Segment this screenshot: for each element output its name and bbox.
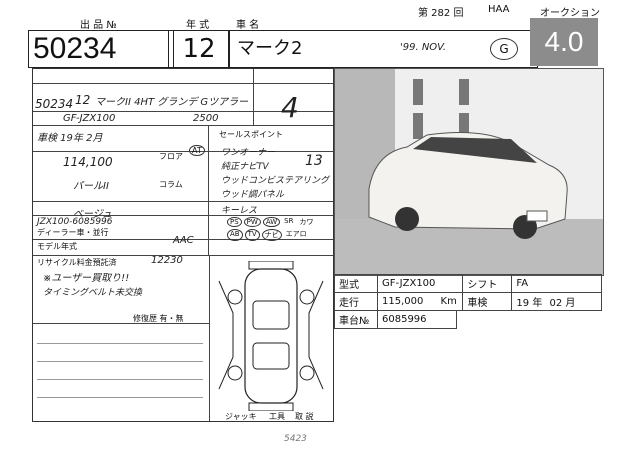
option-pw: PW xyxy=(243,217,261,227)
manual-label: 取 説 xyxy=(295,412,314,421)
option-ab: AB xyxy=(227,229,243,241)
inspection-month-unit: 月 xyxy=(565,298,576,309)
equip-3: ウッドコンビステアリング xyxy=(221,176,330,186)
inspection-year: 19 xyxy=(516,298,530,309)
equip-1: ワンオーナー xyxy=(221,148,276,158)
dealer-label: ディーラー車・並行 xyxy=(37,228,109,237)
mileage-value: 115,000 xyxy=(382,296,424,307)
mileage-label: 走行 xyxy=(334,292,378,311)
sheet-score: 4 xyxy=(281,91,299,124)
circle-g-text: G xyxy=(499,42,509,56)
at-label: AT xyxy=(189,145,205,156)
tools-label: 工具 xyxy=(269,412,285,421)
sheet-model: マークII 4HT グランデ Gツアラー xyxy=(95,97,249,108)
model-year-label: モデル年式 xyxy=(37,242,77,251)
option-leather: カワ xyxy=(299,218,314,226)
shift-label: シフト xyxy=(462,274,513,293)
option-tv: TV xyxy=(244,229,260,241)
inspection-month: 02 xyxy=(549,298,563,309)
auction-sheet: 50234 12 マークII 4HT グランデ Gツアラー GF-JZX100 … xyxy=(32,68,334,422)
notes-line-1: ※ユーザー買取り!! xyxy=(43,273,130,284)
sheet-displacement: 2500 xyxy=(193,113,219,124)
frame-value: 6085996 xyxy=(377,310,457,329)
option-ps: PS xyxy=(227,217,242,227)
type-value: GF-JZX100 xyxy=(376,274,464,293)
date-note: '99. NOV. xyxy=(400,42,447,53)
car-photo-illustration xyxy=(335,69,603,275)
right-nums: 13 xyxy=(305,153,323,169)
model-label: 車 名 xyxy=(236,20,260,31)
sheet-lot-number: 50234 xyxy=(35,97,74,111)
recycle-label: リサイクル料金預託済 xyxy=(37,258,117,267)
type-label: 型式 xyxy=(334,274,378,293)
bottom-note: 5423 xyxy=(284,434,307,444)
inspection-year-unit: 年 xyxy=(532,298,543,309)
inspection-cell: 19 年 02 月 xyxy=(511,292,602,311)
car-diagram xyxy=(218,261,324,411)
equip-4: ウッド調パネル xyxy=(221,190,285,200)
car-photo xyxy=(334,68,604,276)
sheet-color: パールII xyxy=(73,181,109,192)
column-label: コラム xyxy=(159,180,183,189)
option-grid: PS PW AW SR カワ AB TV ナビ エアロ xyxy=(227,217,333,241)
grade-score: 4.0 xyxy=(530,18,598,66)
mileage-unit: Km xyxy=(440,296,457,307)
vehicle-info-table: 型式 GF-JZX100 シフト FA 走行 115,000 Km 車検 19 … xyxy=(334,274,602,329)
repair-label: 修復歴 有・無 xyxy=(133,314,184,323)
lot-label: 出 品 № xyxy=(80,20,117,31)
option-aero: エアロ xyxy=(285,230,307,238)
equip-5: キーレス xyxy=(221,206,258,216)
circle-g-mark: G xyxy=(490,38,518,60)
option-sr: SR xyxy=(284,217,294,225)
model-year: 12 xyxy=(168,30,230,68)
ac-note: AAC xyxy=(173,235,194,246)
session-label: 第 282 回 xyxy=(418,8,464,19)
blank-cell xyxy=(457,311,602,329)
option-aw: AW xyxy=(262,217,281,227)
lot-number: 50234 xyxy=(28,30,174,68)
inspection-label: 車検 xyxy=(462,292,513,311)
frame-label: 車台№ xyxy=(334,310,378,329)
option-navi: ナビ xyxy=(261,229,282,241)
sales-point-label: セールスポイント xyxy=(219,130,283,139)
sheet-year: 12 xyxy=(75,93,91,107)
house-label: HAA xyxy=(488,4,510,15)
recycle-amount: 12230 xyxy=(151,255,183,266)
auction-label: オークション xyxy=(540,8,600,19)
year-label: 年 式 xyxy=(186,20,210,31)
shift-value: FA xyxy=(511,274,602,293)
floor-label: フロア xyxy=(159,152,183,161)
sheet-serial: JZX100-6085996 xyxy=(37,217,113,227)
jack-label: ジャッキ xyxy=(225,412,257,421)
equip-2: 純正ナビTV xyxy=(221,162,269,172)
sheet-chassis: GF-JZX100 xyxy=(63,113,116,124)
notes-line-2: タイミングベルト未交換 xyxy=(43,288,143,298)
sheet-mileage: 114,100 xyxy=(63,155,113,169)
mileage-cell: 115,000 Km xyxy=(376,292,464,311)
sheet-shaken: 車検 19年 2月 xyxy=(37,133,103,144)
